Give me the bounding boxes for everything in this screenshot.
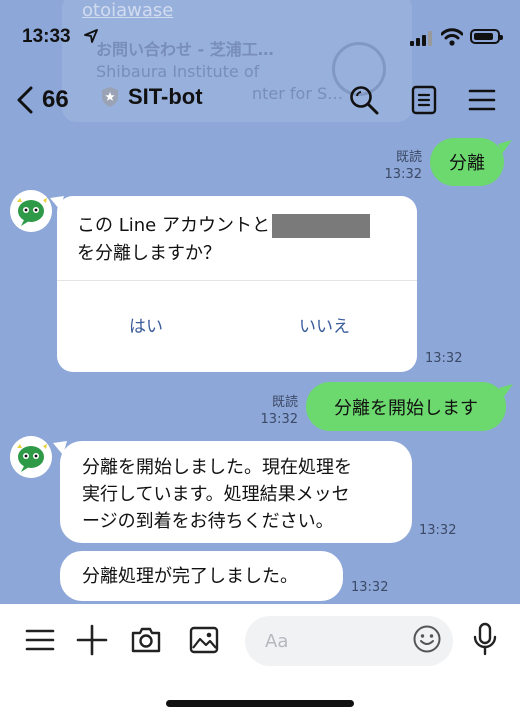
- outgoing-message[interactable]: 分離: [430, 138, 504, 186]
- home-indicator: [166, 700, 354, 707]
- back-button[interactable]: 66: [14, 80, 69, 120]
- message-text: 分離: [449, 153, 485, 174]
- bot-avatar[interactable]: [10, 436, 52, 478]
- location-arrow-icon: [84, 29, 98, 43]
- signal-icon: [410, 30, 436, 46]
- status-time: 13:33: [22, 26, 71, 47]
- no-button[interactable]: いいえ: [299, 312, 350, 337]
- battery-icon: [470, 29, 503, 44]
- verified-shield-icon: [102, 87, 118, 107]
- chat-title: SIT-bot: [128, 84, 203, 109]
- message-time: 13:32: [260, 412, 298, 427]
- message-text: 分離を開始しました。現在処理を 実行しています。処理結果メッセ ージの到着をお待…: [82, 454, 352, 535]
- question-prefix: この Line アカウントと: [77, 215, 270, 236]
- message-text: 分離を開始します: [334, 397, 478, 419]
- incoming-message[interactable]: 分離を開始しました。現在処理を 実行しています。処理結果メッセ ージの到着をお待…: [60, 441, 412, 543]
- microphone-icon[interactable]: [470, 622, 500, 656]
- chat-title-area[interactable]: SIT-bot: [100, 84, 203, 110]
- message-time: 13:32: [419, 523, 457, 538]
- menu-icon[interactable]: [466, 84, 498, 116]
- card-divider: [57, 280, 417, 281]
- outgoing-message[interactable]: 分離を開始します: [306, 382, 506, 431]
- image-icon[interactable]: [188, 624, 220, 656]
- question-suffix: を分離しますか？: [77, 243, 221, 264]
- chevron-left-icon: [17, 86, 33, 114]
- plus-icon[interactable]: [76, 624, 108, 656]
- message-line: ージの到着をお待ちください。: [82, 511, 334, 532]
- bubble-tail: [498, 140, 512, 154]
- read-receipt: 既読: [271, 395, 298, 410]
- yes-button[interactable]: はい: [129, 312, 163, 337]
- confirm-card: この Line アカウントと を分離しますか？ はい いいえ: [57, 196, 417, 372]
- confirm-question: この Line アカウントと を分離しますか？: [77, 212, 370, 268]
- unread-count: 66: [42, 86, 69, 113]
- message-meta: 既読 13:32: [380, 149, 422, 183]
- menu-icon[interactable]: [24, 624, 56, 656]
- message-line: 分離を開始しました。現在処理を: [82, 457, 352, 478]
- message-line: 実行しています。処理結果メッセ: [82, 484, 350, 505]
- bot-mascot-icon: [10, 436, 52, 478]
- search-icon[interactable]: [348, 84, 380, 116]
- bubble-tail: [499, 384, 513, 398]
- message-meta: 既読 13:32: [256, 394, 298, 428]
- wifi-icon: [441, 28, 463, 46]
- camera-icon[interactable]: [130, 624, 162, 656]
- message-time: 13:32: [384, 167, 422, 182]
- chat-header: 66 SIT-bot: [0, 70, 520, 130]
- read-receipt: 既読: [395, 150, 422, 165]
- message-time: 13:32: [351, 580, 389, 595]
- bot-mascot-icon: [10, 190, 52, 232]
- incoming-message[interactable]: 分離処理が完了しました。: [60, 551, 343, 601]
- notes-icon[interactable]: [408, 84, 440, 116]
- emoji-icon[interactable]: [412, 624, 442, 654]
- message-time: 13:32: [425, 351, 463, 366]
- bot-avatar[interactable]: [10, 190, 52, 232]
- redacted-block: [271, 214, 370, 238]
- input-placeholder: Aa: [265, 630, 289, 652]
- status-bar: 13:33: [0, 0, 520, 66]
- message-text: 分離処理が完了しました。: [82, 566, 298, 587]
